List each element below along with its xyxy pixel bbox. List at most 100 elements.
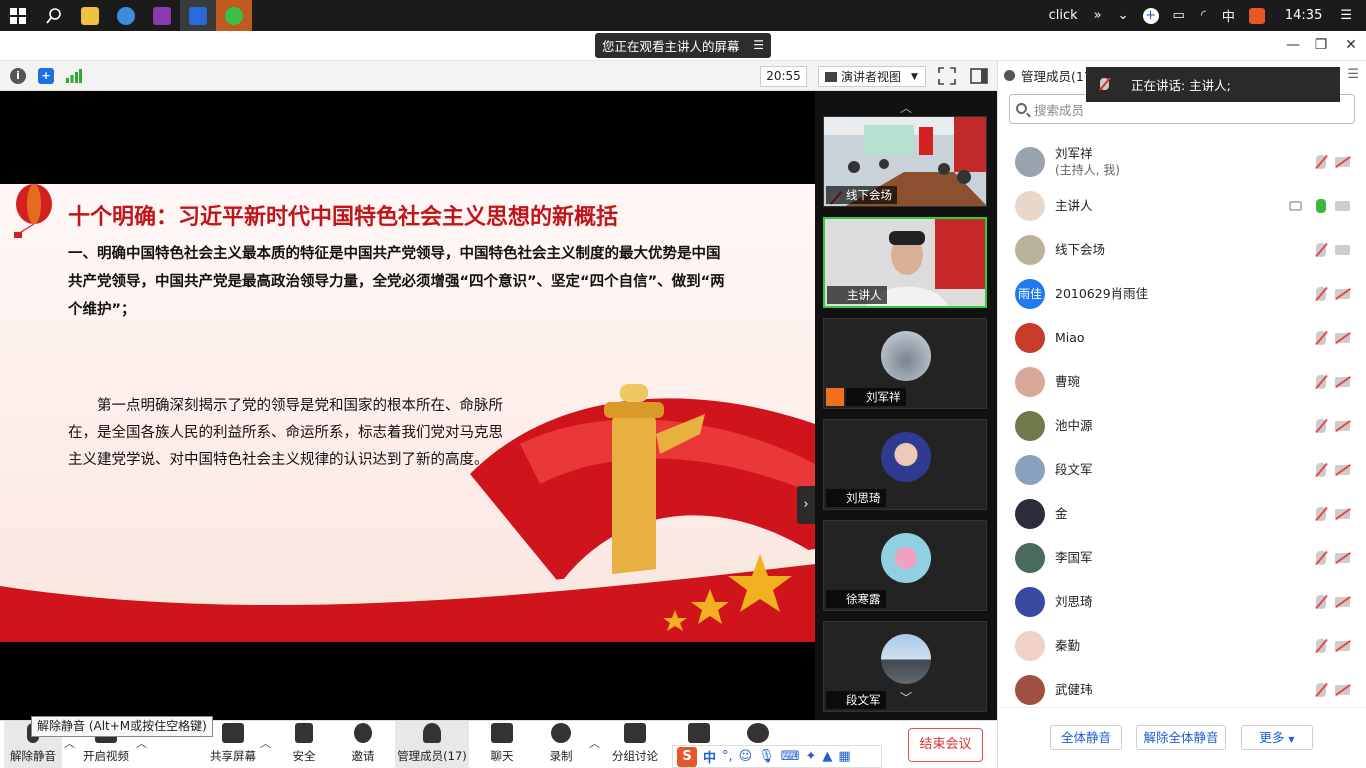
- collapse-gallery-icon[interactable]: ›: [797, 486, 815, 524]
- muted-mic-icon[interactable]: [1316, 507, 1326, 521]
- tray-chevron-down-icon[interactable]: ⌄: [1110, 8, 1137, 23]
- participant-row[interactable]: 武健玮: [998, 668, 1366, 707]
- video-off-icon[interactable]: [1335, 157, 1350, 167]
- restore-icon[interactable]: ❐: [1308, 33, 1334, 57]
- muted-mic-icon[interactable]: [1316, 155, 1326, 169]
- video-options-caret-icon[interactable]: ︿: [136, 735, 147, 751]
- view-mode-dropdown[interactable]: 演讲者视图 ▼: [818, 66, 926, 87]
- participant-row[interactable]: 秦勤: [998, 624, 1366, 668]
- info-icon[interactable]: i: [10, 68, 26, 84]
- participant-row[interactable]: 刘军祥 (主持人, 我): [998, 140, 1366, 184]
- security-shield-icon[interactable]: +: [38, 68, 54, 84]
- video-off-icon[interactable]: [1335, 685, 1350, 695]
- tray-click-label[interactable]: click: [1041, 8, 1086, 23]
- participant-row[interactable]: 李国军: [998, 536, 1366, 580]
- video-on-icon[interactable]: [1335, 201, 1350, 211]
- video-tile[interactable]: 线下会场: [823, 116, 987, 207]
- video-tile[interactable]: 刘思琦: [823, 419, 987, 510]
- muted-mic-icon[interactable]: [1316, 419, 1326, 433]
- video-tile-active-speaker[interactable]: 主讲人: [823, 217, 987, 308]
- more-button[interactable]: 更多 ▼: [1241, 725, 1313, 750]
- participant-row[interactable]: 雨佳 2010629肖雨佳: [998, 272, 1366, 316]
- mute-all-button[interactable]: 全体静音: [1050, 725, 1122, 750]
- ime-language[interactable]: 中: [1214, 6, 1243, 25]
- participant-row[interactable]: 段文军: [998, 448, 1366, 492]
- muted-mic-icon[interactable]: [1316, 243, 1326, 257]
- muted-mic-icon[interactable]: [1316, 683, 1326, 697]
- participant-row[interactable]: Miao: [998, 316, 1366, 360]
- manage-participants-button[interactable]: 管理成员(17): [395, 721, 469, 768]
- tray-plus-icon[interactable]: +: [1142, 7, 1159, 24]
- muted-mic-icon[interactable]: [1316, 375, 1326, 389]
- minimize-icon[interactable]: —: [1280, 33, 1306, 57]
- app-g-icon[interactable]: [144, 0, 180, 31]
- muted-mic-icon[interactable]: [1316, 551, 1326, 565]
- ime-punctuation-icon[interactable]: °,: [722, 749, 733, 764]
- chat-button[interactable]: 聊天: [483, 721, 521, 768]
- clock[interactable]: 14:35: [1271, 8, 1336, 23]
- sidebar-toggle-icon[interactable]: [970, 67, 988, 85]
- signal-strength-icon[interactable]: [66, 69, 82, 83]
- participant-row[interactable]: 刘思琦: [998, 580, 1366, 624]
- muted-mic-icon[interactable]: [1316, 287, 1326, 301]
- video-off-icon[interactable]: [1335, 641, 1350, 651]
- ime-chinese-mode[interactable]: 中: [703, 747, 716, 766]
- notification-icon[interactable]: ☰: [1336, 8, 1366, 23]
- tray-overflow-icon[interactable]: »: [1086, 8, 1110, 23]
- muted-mic-icon[interactable]: [1316, 595, 1326, 609]
- sogou-icon[interactable]: S: [677, 746, 697, 767]
- participant-row[interactable]: 池中源: [998, 404, 1366, 448]
- wechat-icon[interactable]: [216, 0, 252, 31]
- video-off-icon[interactable]: [1335, 553, 1350, 563]
- battery-icon[interactable]: ▭: [1165, 8, 1193, 23]
- ime-grid-icon[interactable]: ▦: [838, 749, 850, 764]
- video-off-icon[interactable]: [1335, 377, 1350, 387]
- panel-menu-icon[interactable]: ☰: [1347, 67, 1359, 82]
- video-on-icon[interactable]: [1335, 245, 1350, 255]
- video-off-icon[interactable]: [1335, 333, 1350, 343]
- unmute-all-button[interactable]: 解除全体静音: [1136, 725, 1226, 750]
- record-options-caret-icon[interactable]: ︿: [589, 735, 600, 751]
- muted-mic-icon[interactable]: [1316, 331, 1326, 345]
- gallery-scroll-down-icon[interactable]: ﹀: [815, 689, 997, 705]
- keyboard-icon[interactable]: ⌨: [781, 749, 800, 764]
- browser-icon[interactable]: [108, 0, 144, 31]
- audio-options-caret-icon[interactable]: ︿: [64, 735, 75, 751]
- sogou-tray-icon[interactable]: [1248, 7, 1265, 24]
- start-icon[interactable]: [0, 0, 36, 31]
- share-screen-button[interactable]: 共享屏幕: [208, 721, 258, 768]
- file-explorer-icon[interactable]: [72, 0, 108, 31]
- gallery-scroll-up-icon[interactable]: ︿: [815, 99, 997, 115]
- wifi-icon[interactable]: ◜: [1193, 8, 1214, 23]
- breakout-rooms-button[interactable]: 分组讨论: [610, 721, 660, 768]
- participant-row[interactable]: 曹琬: [998, 360, 1366, 404]
- fullscreen-icon[interactable]: [938, 67, 956, 85]
- share-options-caret-icon[interactable]: ︿: [260, 735, 271, 751]
- ime-tool-icon[interactable]: ✦: [806, 749, 817, 764]
- video-off-icon[interactable]: [1335, 597, 1350, 607]
- view-options-icon[interactable]: ☰: [753, 38, 764, 52]
- participant-row[interactable]: 主讲人: [998, 184, 1366, 228]
- participant-row[interactable]: 线下会场: [998, 228, 1366, 272]
- muted-mic-icon[interactable]: [1316, 639, 1326, 653]
- video-off-icon[interactable]: [1335, 421, 1350, 431]
- video-off-icon[interactable]: [1335, 465, 1350, 475]
- security-button[interactable]: 安全: [284, 721, 324, 768]
- end-meeting-button[interactable]: 结束会议: [908, 728, 983, 762]
- search-icon[interactable]: [36, 0, 72, 31]
- participant-row[interactable]: 金: [998, 492, 1366, 536]
- meeting-app-icon[interactable]: [180, 0, 216, 31]
- video-off-icon[interactable]: [1335, 509, 1350, 519]
- ime-skin-icon[interactable]: ▲: [822, 749, 832, 764]
- record-button[interactable]: 录制: [541, 721, 581, 768]
- video-tile[interactable]: 刘军祥: [823, 318, 987, 409]
- mic-on-icon[interactable]: [1316, 199, 1326, 213]
- invite-button[interactable]: 邀请: [343, 721, 383, 768]
- video-tile[interactable]: 徐寒露: [823, 520, 987, 611]
- voice-icon[interactable]: 🎙: [758, 749, 775, 764]
- emoji-icon[interactable]: ☺: [739, 749, 753, 764]
- viewing-share-indicator[interactable]: 您正在观看主讲人的屏幕 ☰: [595, 33, 771, 58]
- muted-mic-icon[interactable]: [1316, 463, 1326, 477]
- video-off-icon[interactable]: [1335, 289, 1350, 299]
- close-icon[interactable]: ✕: [1338, 33, 1364, 57]
